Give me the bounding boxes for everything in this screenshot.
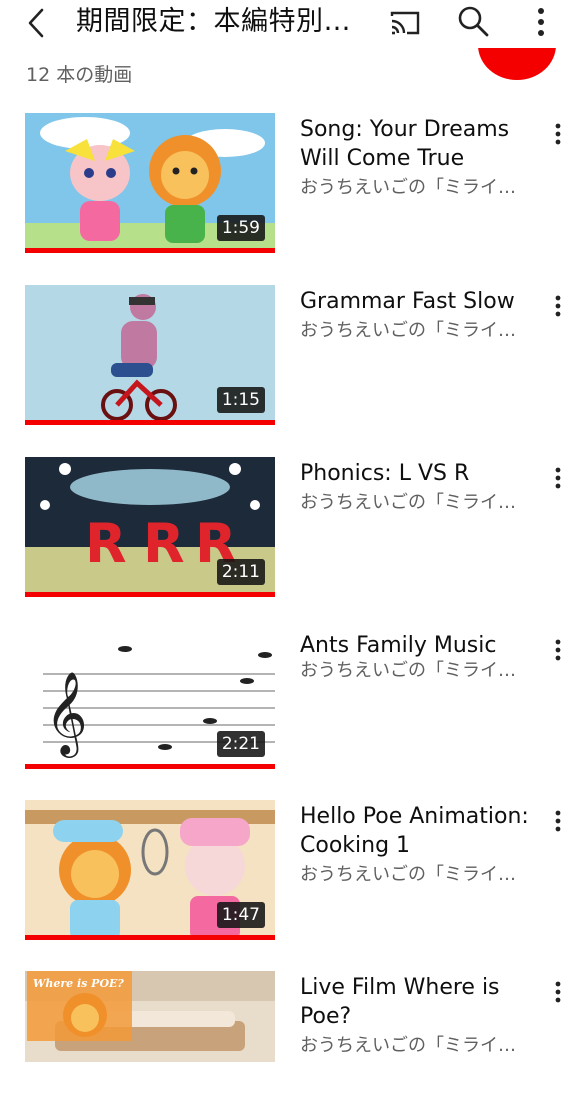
video-thumbnail[interactable]: 𝄞 2:21: [25, 629, 275, 769]
back-button[interactable]: [22, 6, 56, 40]
more-vert-icon: [555, 467, 561, 489]
video-title[interactable]: Grammar Fast Slow: [300, 287, 540, 316]
duration-badge: 1:15: [216, 387, 265, 413]
video-title[interactable]: Hello Poe Animation: Cooking 1: [300, 802, 540, 860]
video-thumbnail[interactable]: 1:15: [25, 285, 275, 425]
channel-name: おうちえいごの「ミライ…: [300, 320, 516, 341]
channel-name: おうちえいごの「ミライ…: [300, 864, 516, 885]
video-menu-button[interactable]: [548, 463, 568, 493]
watched-progress-bar: [25, 248, 275, 253]
search-button[interactable]: [456, 4, 490, 38]
video-menu-button[interactable]: [548, 635, 568, 665]
list-item[interactable]: 1:59 Song: Your Dreams Will Come True おう…: [0, 113, 586, 259]
chevron-left-icon: [28, 8, 44, 38]
list-item[interactable]: 𝄞 2:21 Ants Family Music おうちえいごの「ミライ…: [0, 629, 586, 775]
duration-badge: 2:11: [216, 559, 265, 585]
video-thumbnail[interactable]: 1:59: [25, 113, 275, 253]
watched-progress-bar: [25, 935, 275, 940]
channel-name: おうちえいごの「ミライ…: [300, 177, 516, 198]
video-menu-button[interactable]: [548, 119, 568, 149]
more-vert-icon: [538, 8, 544, 36]
channel-name: おうちえいごの「ミライ…: [300, 660, 516, 681]
cast-icon: [390, 11, 420, 35]
video-title[interactable]: Phonics: L VS R: [300, 459, 540, 488]
video-title[interactable]: Song: Your Dreams Will Come True: [300, 115, 540, 173]
video-thumbnail[interactable]: R R R 2:11: [25, 457, 275, 597]
duration-badge: 2:21: [216, 731, 265, 757]
list-item[interactable]: 1:15 Grammar Fast Slow おうちえいごの「ミライ…: [0, 285, 586, 431]
more-vert-icon: [555, 981, 561, 1003]
cast-button[interactable]: [388, 6, 422, 40]
duration-badge: 1:47: [216, 902, 265, 928]
more-options-button[interactable]: [524, 4, 558, 40]
watched-progress-bar: [25, 764, 275, 769]
video-menu-button[interactable]: [548, 977, 568, 1007]
video-count: 12 本の動画: [26, 64, 133, 86]
thumbnail-caption: Where is POE?: [33, 977, 124, 990]
channel-name: おうちえいごの「ミライ…: [300, 492, 516, 513]
svg-text:R: R: [143, 512, 185, 575]
video-menu-button[interactable]: [548, 806, 568, 836]
video-menu-button[interactable]: [548, 291, 568, 321]
more-vert-icon: [555, 810, 561, 832]
more-vert-icon: [555, 295, 561, 317]
more-vert-icon: [555, 123, 561, 145]
list-item[interactable]: 1:47 Hello Poe Animation: Cooking 1 おうちえ…: [0, 800, 586, 946]
more-vert-icon: [555, 639, 561, 661]
channel-name: おうちえいごの「ミライ…: [300, 1035, 516, 1056]
watched-progress-bar: [25, 592, 275, 597]
video-thumbnail[interactable]: Where is POE?: [25, 971, 275, 1062]
list-item[interactable]: R R R 2:11 Phonics: L VS R おうちえいごの「ミライ…: [0, 457, 586, 603]
list-item[interactable]: Where is POE? Live Film Where is Poe? おう…: [0, 971, 586, 1117]
top-app-bar: 期間限定：本編特別…: [0, 0, 586, 48]
playlist-title: 期間限定：本編特別…: [76, 6, 351, 37]
duration-badge: 1:59: [216, 215, 265, 241]
watched-progress-bar: [25, 420, 275, 425]
room-with-lion-image: Where is POE?: [25, 971, 275, 1062]
video-title[interactable]: Live Film Where is Poe?: [300, 973, 540, 1031]
svg-text:𝄞: 𝄞: [45, 670, 88, 758]
video-thumbnail[interactable]: 1:47: [25, 800, 275, 940]
svg-text:R: R: [85, 512, 127, 575]
search-icon: [458, 6, 489, 37]
